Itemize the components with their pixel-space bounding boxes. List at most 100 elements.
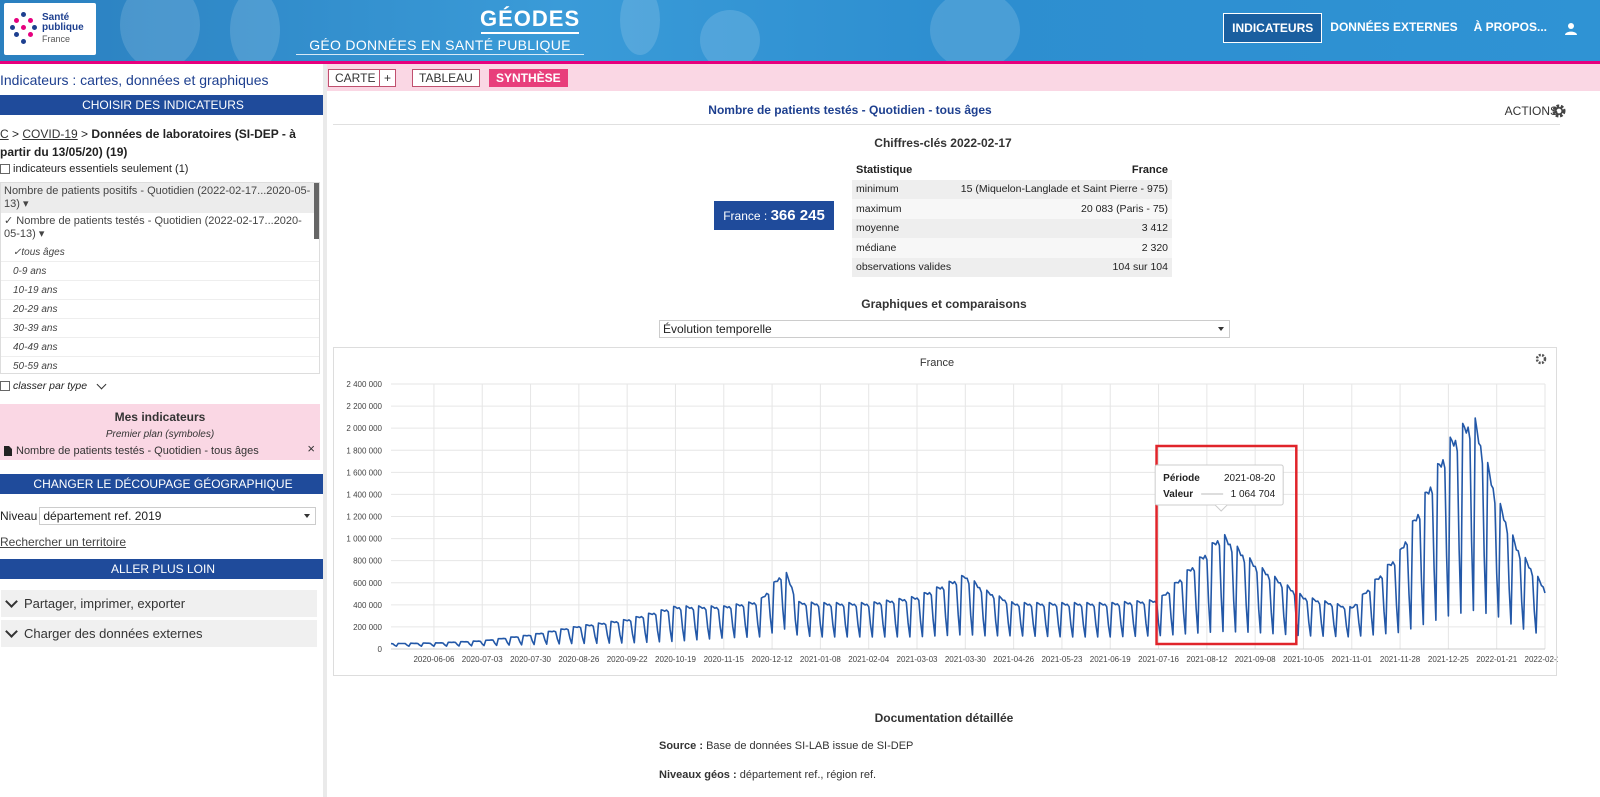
logo-dots-icon (10, 12, 38, 46)
y-tick-label: 600 000 (353, 579, 382, 588)
y-tick-label: 2 000 000 (346, 424, 382, 433)
app-title[interactable]: GÉODES (480, 6, 580, 32)
age-group-item[interactable]: 10-19 ans (1, 281, 319, 300)
y-tick-label: 1 800 000 (346, 446, 382, 455)
accordion-label: Charger des données externes (24, 626, 203, 641)
chart-gear-icon (1535, 353, 1547, 365)
app-header: Santé publique France GÉODES GÉO DONNÉES… (0, 0, 1600, 64)
dropdown-arrow-icon (1218, 327, 1224, 331)
y-tick-label: 1 000 000 (346, 535, 382, 544)
age-group-item[interactable]: 30-39 ans (1, 319, 319, 338)
gear-icon[interactable] (1551, 103, 1567, 119)
age-group-item[interactable]: 40-49 ans (1, 338, 319, 357)
choose-indicators-header[interactable]: CHOISIR DES INDICATEURS (0, 95, 326, 115)
share-print-export-accordion[interactable]: Partager, imprimer, exporter (1, 590, 317, 617)
tab-carte[interactable]: CARTE (328, 69, 383, 87)
x-tick-label: 2022-01-21 (1476, 655, 1517, 664)
load-external-data-accordion[interactable]: Charger des données externes (1, 620, 317, 647)
tooltip-value: 1 064 704 (1231, 489, 1276, 500)
geo-section-header[interactable]: CHANGER LE DÉCOUPAGE GÉOGRAPHIQUE (0, 474, 326, 494)
search-territory-link[interactable]: Rechercher un territoire (0, 535, 126, 549)
x-tick-label: 2020-07-03 (462, 655, 503, 664)
y-tick-label: 1 400 000 (346, 490, 382, 499)
key-figures-title: Chiffres-clés 2022-02-17 (874, 136, 1012, 150)
indicator-title: Nombre de patients testés - Quotidien - … (708, 103, 992, 117)
niveaux-label: Niveaux géos : (659, 769, 740, 781)
niveau-row: Niveau département ref. 2019 (0, 507, 317, 525)
logo-text-line2: publique (42, 22, 84, 33)
niveaux-line: Niveaux géos : département ref., région … (659, 769, 876, 781)
x-tick-label: 2021-12-25 (1428, 655, 1469, 664)
indicator-item[interactable]: Nombre de patients positifs - Quotidien … (1, 183, 319, 213)
further-section-header[interactable]: ALLER PLUS LOIN (0, 559, 326, 579)
y-tick-label: 400 000 (353, 601, 382, 610)
nav-a-propos[interactable]: À PROPOS... (1466, 13, 1555, 43)
classer-checkbox[interactable] (0, 381, 10, 391)
add-map-button[interactable]: + (379, 69, 397, 87)
essential-only-checkbox[interactable] (0, 164, 10, 174)
tooltip-label: Période (1163, 473, 1200, 484)
source-value: Base de données SI-LAB issue de SI-DEP (706, 740, 914, 752)
nav-donnees-externes[interactable]: DONNÉES EXTERNES (1322, 13, 1465, 43)
remove-indicator-button[interactable]: × (307, 441, 315, 456)
x-tick-label: 2021-03-30 (945, 655, 986, 664)
background-figure (120, 0, 200, 64)
sante-publique-logo[interactable]: Santé publique France (4, 3, 96, 55)
stat-name: moyenne (852, 218, 956, 238)
time-series-chart[interactable]: France 0 200 000 400 000 600 000 800 000 1 000… (334, 348, 1558, 677)
age-group-item[interactable]: 50-59 ans (1, 357, 319, 373)
x-tick-label: 2021-04-26 (993, 655, 1034, 664)
breadcrumb-link-covid[interactable]: COVID-19 (22, 127, 77, 141)
x-tick-label: 2021-11-01 (1332, 655, 1373, 664)
tooltip-label: Valeur (1163, 489, 1193, 500)
dropdown-arrow-icon (304, 514, 311, 518)
stat-value: 2 320 (955, 238, 1172, 258)
stat-value: 15 (Miquelon-Langlade et Saint Pierre - … (955, 179, 1172, 199)
source-label: Source : (659, 740, 707, 752)
background-figure (230, 0, 280, 64)
logo-text-line3: France (42, 34, 71, 44)
x-tick-label: 2021-09-08 (1235, 655, 1276, 664)
x-tick-label: 2021-06-19 (1090, 655, 1131, 664)
breadcrumb-link-c[interactable]: C (0, 127, 9, 141)
age-group-item[interactable]: 0-9 ans (1, 262, 319, 281)
age-group-item[interactable]: 20-29 ans (1, 300, 319, 319)
niveau-value: département ref. 2019 (43, 509, 162, 523)
x-tick-label: 2021-02-04 (848, 655, 889, 664)
y-tick-label: 200 000 (353, 623, 382, 632)
background-figure (700, 10, 760, 64)
age-group-item[interactable]: ✓tous âges (1, 243, 319, 262)
panel-title: Indicateurs : cartes, données et graphiq… (0, 72, 269, 88)
stat-name: minimum (852, 179, 956, 199)
panel-divider[interactable] (323, 64, 327, 797)
user-icon[interactable] (1564, 22, 1578, 36)
graph-type-value: Évolution temporelle (663, 322, 772, 336)
graphs-title: Graphiques et comparaisons (861, 297, 1027, 311)
nav-indicateurs[interactable]: INDICATEURS (1223, 13, 1323, 43)
main-nav: INDICATEURS DONNÉES EXTERNES À PROPOS... (1223, 13, 1555, 43)
table-row: minimum 15 (Miquelon-Langlade et Saint Pi… (852, 179, 1172, 199)
stat-value: 104 sur 104 (955, 257, 1172, 277)
mes-indicateurs-title: Mes indicateurs (114, 410, 206, 424)
chart-container: France 0 200 000 400 000 600 000 800 000 1 000… (333, 347, 1558, 677)
mes-indicateurs-box: Mes indicateurs Premier plan (symboles) … (0, 404, 320, 460)
niveau-select[interactable]: département ref. 2019 (39, 507, 317, 525)
actions-button[interactable]: ACTIONS (1505, 104, 1558, 118)
source-line: Source : Base de données SI-LAB issue de… (659, 740, 913, 752)
x-tick-label: 2021-05-23 (1041, 655, 1082, 664)
key-figures-table: Statistique France minimum 15 (Miquelon-L… (852, 160, 1172, 277)
classer-label: classer par type (13, 380, 88, 392)
indicator-item[interactable]: ✓ Nombre de patients testés - Quotidien … (1, 213, 319, 243)
x-tick-label: 2021-01-08 (800, 655, 841, 664)
selected-indicator-label: Nombre de patients testés - Quotidien - … (16, 445, 259, 457)
mes-indicateurs-subtitle: Premier plan (symboles) (105, 429, 215, 440)
graph-type-select[interactable]: Évolution temporelle (659, 320, 1230, 338)
chart-title: France (920, 357, 954, 369)
breadcrumb: C > COVID-19 > Données de laboratoires (… (0, 125, 320, 161)
chevron-down-icon[interactable] (96, 379, 107, 389)
app-subtitle: GÉO DONNÉES EN SANTÉ PUBLIQUE (309, 37, 571, 53)
tab-tableau[interactable]: TABLEAU (412, 69, 480, 87)
tab-synthese[interactable]: SYNTHÈSE (489, 69, 568, 87)
x-tick-label: 2020-06-06 (413, 655, 454, 664)
list-scrollbar[interactable] (314, 183, 319, 239)
